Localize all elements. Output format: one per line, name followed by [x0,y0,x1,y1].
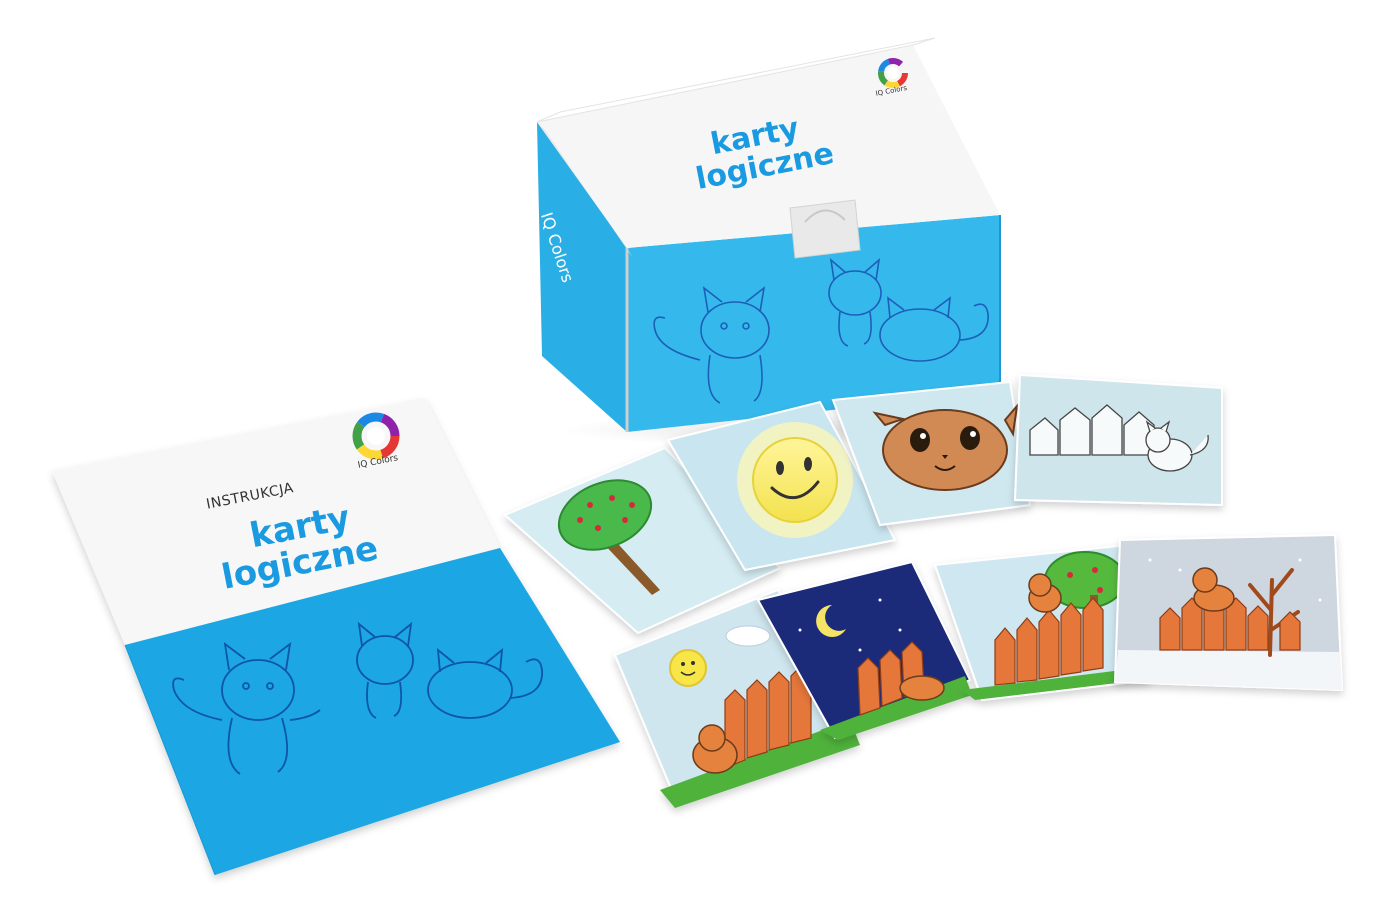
box-lid-tab [789,199,861,259]
winter-scene-card [1113,533,1344,692]
instruction-booklet [52,398,620,876]
sun-picture [737,422,853,538]
product-box [536,37,1001,446]
fence-outline-card [1013,373,1223,507]
